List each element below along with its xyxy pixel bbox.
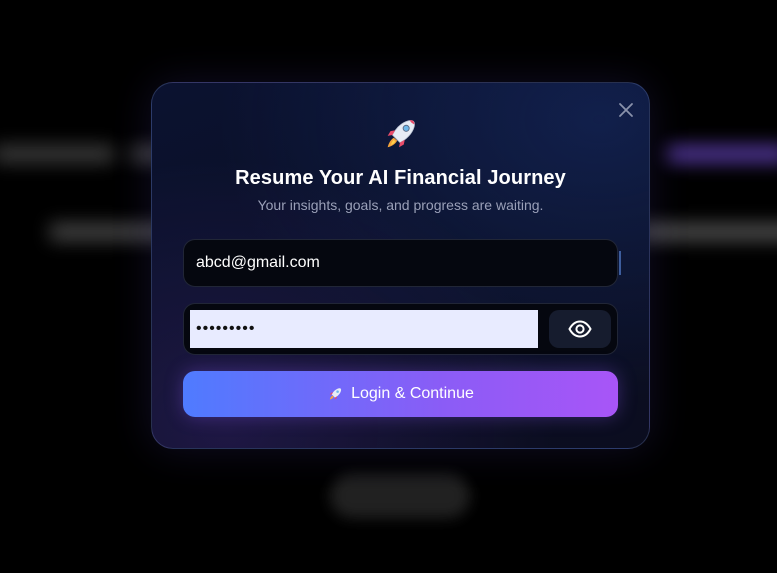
modal-title: Resume Your AI Financial Journey [235, 167, 566, 189]
blurred-cta-button [330, 474, 470, 518]
close-button[interactable] [617, 101, 635, 119]
blurred-headline-right: ▬▬ [668, 109, 777, 176]
close-icon [619, 103, 633, 117]
login-modal: Resume Your AI Financial Journey Your in… [151, 82, 650, 449]
eye-icon [568, 320, 592, 338]
login-button-label: Login & Continue [351, 385, 474, 402]
password-field[interactable] [190, 310, 538, 348]
login-button[interactable]: Login & Continue [183, 371, 618, 417]
modal-subtitle: Your insights, goals, and progress are w… [257, 197, 544, 213]
blurred-subheadline-right: ▬▬▬ [640, 187, 777, 254]
rocket-icon [387, 120, 415, 148]
password-field-wrapper [183, 303, 618, 355]
email-field[interactable] [183, 239, 618, 287]
text-caret [619, 251, 621, 275]
rocket-icon [329, 388, 342, 400]
toggle-password-button[interactable] [549, 310, 611, 348]
